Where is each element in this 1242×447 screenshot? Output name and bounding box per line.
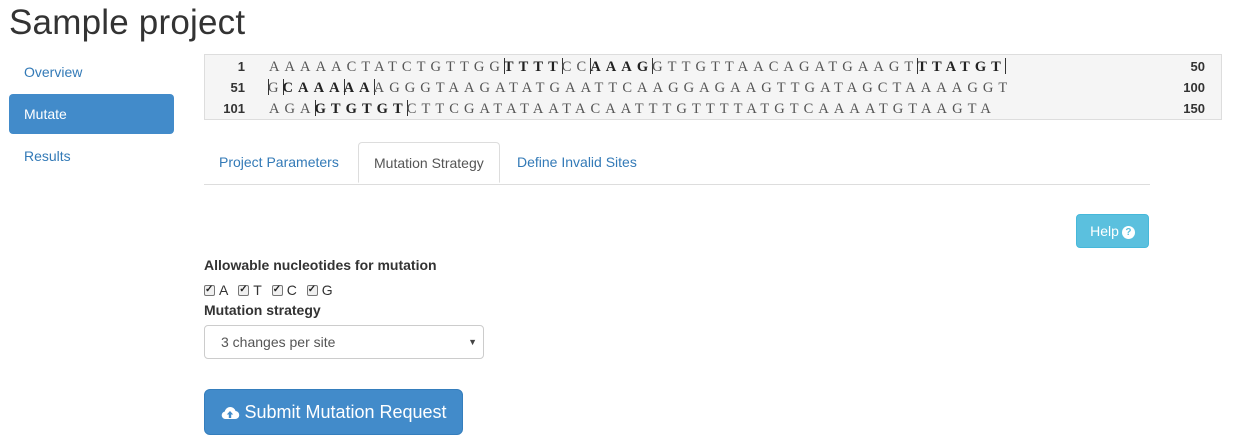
sequence-row-start: 51 — [230, 80, 245, 95]
sequence-row-end: 100 — [1183, 80, 1205, 95]
sequence-row-start: 101 — [223, 101, 245, 116]
sidebar-item-results[interactable]: Results — [9, 136, 174, 176]
highlighted-bases: TTTT — [503, 59, 563, 75]
sequence-text: AGAGTGTGTCTTCGATATAATACAATTTGTTTTATGTCAA… — [269, 99, 996, 119]
checkbox-label-g: G — [321, 282, 333, 298]
tab-project-parameters[interactable]: Project Parameters — [204, 142, 354, 183]
sidebar-item-overview[interactable]: Overview — [9, 52, 174, 92]
highlighted-bases: TTATGT — [917, 59, 1006, 75]
bases: GTTGTTAACAGATGAAGT — [652, 59, 919, 75]
submit-label: Submit Mutation Request — [244, 402, 447, 422]
highlighted-bases: CAAA — [282, 80, 345, 96]
bases: AGA — [269, 101, 316, 117]
sequence-text: GCAAAAAAGGGTAAGATATGAATTCAAGGAGAAGTTGATA… — [268, 78, 1013, 98]
sequence-viewer: 1 AAAAACTATCTGTTGGTTTTCCAAAGGTTGTTAACAGA… — [204, 54, 1222, 120]
sequence-text: AAAAACTATCTGTTGGTTTTCCAAAGGTTGTTAACAGATG… — [269, 57, 1006, 77]
site-divider — [1004, 58, 1006, 74]
caret-down-icon: ▼ — [468, 337, 477, 347]
checkbox-g[interactable] — [306, 282, 318, 298]
cloud-upload-icon — [220, 393, 240, 437]
tab-bar: Project Parameters Mutation Strategy Def… — [204, 142, 1150, 185]
bases: G — [268, 80, 284, 96]
bases: CC — [561, 59, 592, 75]
highlighted-bases: GTGTGT — [314, 101, 408, 117]
sequence-row-start: 1 — [237, 59, 245, 74]
bases: AAAAACTATCTGTTGG — [269, 59, 505, 75]
strategy-label: Mutation strategy — [204, 302, 321, 318]
checkbox-a[interactable] — [204, 282, 215, 298]
help-button[interactable]: Help? — [1076, 214, 1149, 248]
page-title: Sample project — [9, 3, 246, 42]
help-label: Help — [1090, 223, 1119, 239]
nucleotide-checkboxes: A T C G — [204, 282, 339, 298]
sidebar-item-mutate[interactable]: Mutate — [9, 94, 174, 134]
mutation-strategy-select[interactable]: 3 changes per site ▼ — [204, 325, 484, 359]
highlighted-bases: AAAG — [590, 59, 654, 75]
nucleotides-label: Allowable nucleotides for mutation — [204, 257, 437, 273]
checkbox-c[interactable] — [271, 282, 283, 298]
checkbox-label-a: A — [219, 282, 229, 298]
tab-mutation-strategy[interactable]: Mutation Strategy — [358, 142, 500, 183]
checkbox-label-c: C — [286, 282, 297, 298]
checkbox-label-t: T — [253, 282, 262, 298]
question-circle-icon: ? — [1121, 226, 1135, 239]
bases: CTTCGATATAATACAATTTGTTTTATGTCAAAATGTAAGT… — [406, 101, 996, 117]
checkbox-t[interactable] — [238, 282, 250, 298]
highlighted-bases: AA — [343, 80, 375, 96]
sequence-row-end: 50 — [1190, 59, 1205, 74]
submit-mutation-button[interactable]: Submit Mutation Request — [204, 389, 463, 435]
sidebar-nav: Overview Mutate Results — [9, 52, 174, 178]
sequence-row-end: 150 — [1183, 101, 1205, 116]
bases: AGGGTAAGATATGAATTCAAGGAGAAGTTGATAGCTAAAA… — [373, 80, 1013, 96]
select-value: 3 changes per site — [221, 334, 336, 350]
tab-define-invalid-sites[interactable]: Define Invalid Sites — [502, 142, 652, 183]
